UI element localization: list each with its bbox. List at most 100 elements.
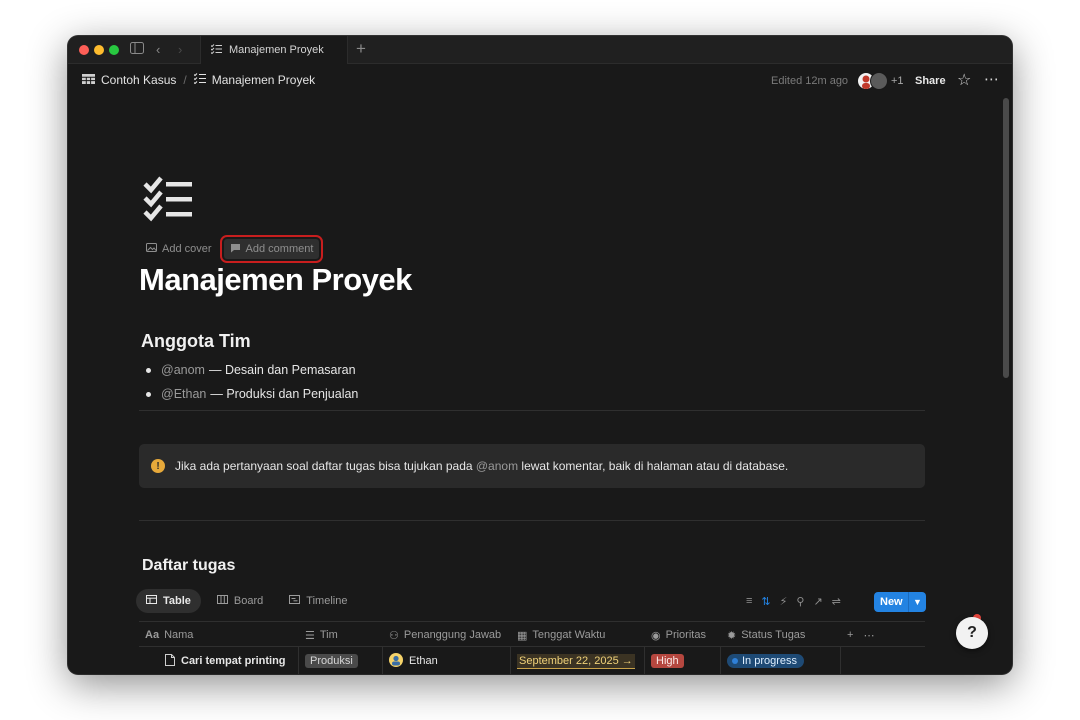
priority-tag: High xyxy=(651,654,684,668)
add-column-icon[interactable]: + xyxy=(847,629,853,641)
column-label: Prioritas xyxy=(665,629,706,641)
breadcrumb-parent[interactable]: Contoh Kasus xyxy=(82,73,176,87)
cell-status-tugas[interactable]: In progress xyxy=(721,647,841,674)
column-header-penanggung-jawab[interactable]: ⚇ Penanggung Jawab xyxy=(383,622,511,648)
people-icon: ⚇ xyxy=(389,629,399,642)
avatar[interactable] xyxy=(870,72,888,90)
image-icon xyxy=(146,243,157,255)
page-checklist-icon[interactable] xyxy=(142,176,196,224)
add-cover-button[interactable]: Add cover xyxy=(142,239,216,259)
cell-penanggung-jawab[interactable]: Ethan xyxy=(383,647,511,674)
column-label: Nama xyxy=(164,629,194,641)
table-header: Aa Nama ☰ Tim ⚇ Penanggung Jawab ▦ Tengg… xyxy=(139,621,925,647)
divider xyxy=(139,520,925,521)
column-header-nama[interactable]: Aa Nama xyxy=(139,622,299,648)
callout-block[interactable]: ! Jika ada pertanyaan soal daftar tugas … xyxy=(139,444,925,488)
mention[interactable]: @anom xyxy=(476,459,518,473)
breadcrumb-current-label: Manajemen Proyek xyxy=(211,73,316,87)
top-bar: Contoh Kasus / Manajemen Proyek Edited 1… xyxy=(68,64,1012,98)
settings-sliders-icon[interactable]: ⇌ xyxy=(832,595,841,608)
avatar xyxy=(389,652,403,670)
column-header-tenggat-waktu[interactable]: ▦ Tenggat Waktu xyxy=(511,622,645,648)
new-button-label: New xyxy=(880,596,903,608)
breadcrumb-current[interactable]: Manajemen Proyek xyxy=(193,73,316,87)
maximize-window-button[interactable] xyxy=(109,45,119,55)
minimize-window-button[interactable] xyxy=(94,45,104,55)
tab-table-label: Table xyxy=(163,595,191,607)
page-title[interactable]: Manajemen Proyek xyxy=(139,262,412,298)
database-toolbar: ≡ ⇅ ⚡︎ ⚲ ↗ ⇌ xyxy=(746,595,841,608)
column-label: Tenggat Waktu xyxy=(532,629,606,641)
section-heading-tasks[interactable]: Daftar tugas xyxy=(142,557,235,575)
column-label: Tim xyxy=(319,629,338,641)
edited-status[interactable]: Edited 12m ago xyxy=(771,75,848,87)
cell-tenggat-waktu[interactable]: September 22, 2025 → xyxy=(511,647,645,674)
sidebar-toggle-icon[interactable] xyxy=(130,41,144,59)
page-icon xyxy=(165,653,175,669)
cell-nama[interactable]: Cari tempat printing xyxy=(139,647,299,674)
help-icon[interactable]: ? xyxy=(956,617,988,649)
column-header-prioritas[interactable]: ◉ Prioritas xyxy=(645,622,721,648)
tab-bar: ‹ › Manajemen Proyek + xyxy=(68,36,1012,64)
mention[interactable]: @anom xyxy=(161,363,205,377)
forward-icon[interactable]: › xyxy=(178,41,182,59)
more-options-icon[interactable]: ⋯ xyxy=(863,629,874,642)
checklist-icon xyxy=(210,43,222,57)
breadcrumb: Contoh Kasus / Manajemen Proyek xyxy=(82,73,315,87)
list-icon: ☰ xyxy=(305,629,315,642)
tab-board-label: Board xyxy=(233,595,264,607)
expand-icon[interactable]: ↗ xyxy=(813,595,822,608)
share-button[interactable]: Share xyxy=(915,75,946,87)
section-heading-team[interactable]: Anggota Tim xyxy=(141,331,251,352)
column-label: Penanggung Jawab xyxy=(403,629,502,641)
filter-icon[interactable]: ≡ xyxy=(746,595,752,608)
bullet-icon xyxy=(146,367,151,373)
column-header-tim[interactable]: ☰ Tim xyxy=(299,622,383,648)
text-property-icon: Aa xyxy=(145,629,160,641)
extra-collaborators-count[interactable]: +1 xyxy=(891,75,904,87)
calendar-icon: ▦ xyxy=(517,629,528,642)
list-item[interactable]: @Ethan — Produksi dan Penjualan xyxy=(146,382,358,406)
tab-timeline[interactable]: Timeline xyxy=(279,589,357,613)
app-window: ‹ › Manajemen Proyek + Contoh Kasus / Ma… xyxy=(68,36,1012,674)
tab-table[interactable]: Table xyxy=(136,589,201,613)
table-icon xyxy=(82,73,95,87)
member-role: — Desain dan Pemasaran xyxy=(208,363,356,377)
back-icon[interactable]: ‹ xyxy=(156,41,160,59)
close-window-button[interactable] xyxy=(79,45,89,55)
page-meta-actions: Add cover Add comment xyxy=(142,235,324,263)
tab-board[interactable]: Board xyxy=(207,589,273,613)
automation-icon[interactable]: ⚡︎ xyxy=(780,595,788,608)
search-icon[interactable]: ⚲ xyxy=(796,595,804,608)
breadcrumb-separator: / xyxy=(183,73,187,87)
divider xyxy=(139,410,925,411)
table-row[interactable]: Cari tempat printing Produksi Ethan Sept… xyxy=(139,647,925,674)
cell-tim[interactable]: Produksi xyxy=(299,647,383,674)
assignee-name: Ethan xyxy=(409,655,438,667)
sort-icon[interactable]: ⇅ xyxy=(761,595,770,608)
more-options-icon[interactable]: ⋯ xyxy=(984,70,1000,88)
add-comment-label: Add comment xyxy=(245,243,314,255)
new-button[interactable]: New ▼ xyxy=(874,592,926,612)
favorite-star-icon[interactable]: ☆ xyxy=(957,70,971,90)
cell-prioritas[interactable]: High xyxy=(645,647,721,674)
timeline-icon xyxy=(289,595,301,607)
bullet-icon xyxy=(146,391,151,397)
new-tab-icon[interactable]: + xyxy=(356,40,366,58)
status-badge: In progress xyxy=(727,654,805,668)
due-date: September 22, 2025 → xyxy=(517,653,635,669)
checklist-icon xyxy=(193,73,206,87)
list-item[interactable]: @anom — Desain dan Pemasaran xyxy=(146,358,358,382)
tab-title: Manajemen Proyek xyxy=(229,44,324,56)
board-icon xyxy=(216,595,228,607)
member-role: — Produksi dan Penjualan xyxy=(210,387,359,401)
add-comment-button[interactable]: Add comment xyxy=(219,235,324,263)
chevron-down-icon[interactable]: ▼ xyxy=(908,592,926,612)
column-actions: + ⋯ xyxy=(841,622,901,648)
status-label: In progress xyxy=(742,655,798,667)
status-icon: ✹ xyxy=(727,629,737,642)
scrollbar[interactable] xyxy=(1003,98,1009,378)
mention[interactable]: @Ethan xyxy=(161,387,206,401)
tab-manajemen-proyek[interactable]: Manajemen Proyek xyxy=(200,36,348,64)
column-header-status-tugas[interactable]: ✹ Status Tugas xyxy=(721,622,841,648)
